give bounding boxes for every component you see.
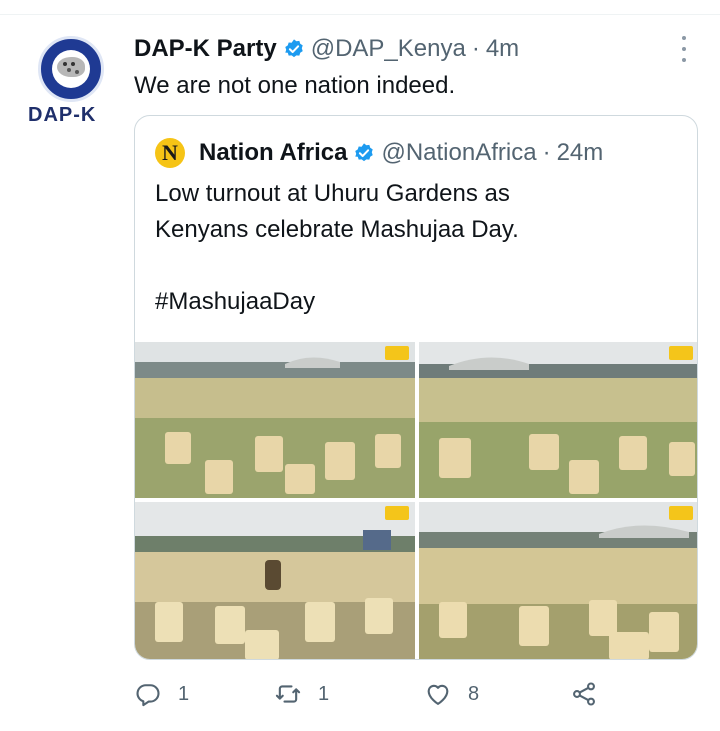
more-dot xyxy=(682,47,686,51)
more-vertical-icon[interactable] xyxy=(676,36,692,62)
quoted-handle: @NationAfrica xyxy=(381,139,537,166)
author-display-name[interactable]: DAP-K Party xyxy=(134,35,277,63)
author-avatar[interactable]: DAP-K xyxy=(28,36,112,126)
photo-1[interactable] xyxy=(135,342,415,498)
tweet-text: We are not one nation indeed. xyxy=(134,72,456,99)
reply-icon xyxy=(136,684,160,707)
watermark-logo xyxy=(669,346,693,360)
reply-count: 1 xyxy=(178,682,190,705)
tweet-header: DAP-K Party @DAP_Kenya · 4m xyxy=(134,32,519,66)
quoted-tweet-card[interactable]: N Nation Africa @NationAfrica · 24m Low … xyxy=(134,115,698,660)
like-count: 8 xyxy=(468,682,480,705)
retweet-button[interactable]: 1 xyxy=(274,676,329,712)
avatar-logo-ring xyxy=(38,36,104,102)
heart-icon xyxy=(427,684,449,705)
author-handle[interactable]: @DAP_Kenya xyxy=(311,35,466,63)
photo-image xyxy=(419,502,697,659)
separator-dot: · xyxy=(471,35,480,62)
verified-badge-icon xyxy=(284,39,303,58)
more-dot xyxy=(682,36,686,40)
like-button[interactable]: 8 xyxy=(424,676,479,712)
quoted-author-avatar: N xyxy=(155,138,185,168)
retweet-count: 1 xyxy=(318,682,330,705)
quoted-tweet-header: N Nation Africa @NationAfrica · 24m xyxy=(155,138,603,168)
reply-button[interactable]: 1 xyxy=(134,676,189,712)
photo-image xyxy=(135,502,415,659)
share-icon xyxy=(573,682,595,706)
photo-grid xyxy=(135,342,697,659)
photo-3[interactable] xyxy=(135,502,415,659)
photo-2[interactable] xyxy=(419,342,697,498)
more-dot xyxy=(682,58,686,62)
retweet-icon xyxy=(275,685,301,703)
share-button[interactable] xyxy=(570,676,598,712)
leopard-logo-icon xyxy=(57,57,85,77)
tweet-timestamp[interactable]: 4m xyxy=(486,35,519,63)
quoted-tweet-text: Low turnout at Uhuru Gardens as Kenyans … xyxy=(155,180,519,315)
quoted-timestamp: 24m xyxy=(556,139,604,166)
photo-4[interactable] xyxy=(419,502,697,659)
separator-dot: · xyxy=(542,139,551,166)
watermark-logo xyxy=(385,506,409,520)
quoted-display-name: Nation Africa xyxy=(199,139,348,166)
photo-image xyxy=(135,342,415,498)
avatar-logo-text: DAP-K xyxy=(28,104,97,126)
tweet-actions: 1 1 8 xyxy=(134,676,614,712)
top-divider xyxy=(0,14,720,15)
photo-image xyxy=(419,342,697,498)
verified-badge-icon xyxy=(355,143,374,162)
watermark-logo xyxy=(385,346,409,360)
watermark-logo xyxy=(669,506,693,520)
